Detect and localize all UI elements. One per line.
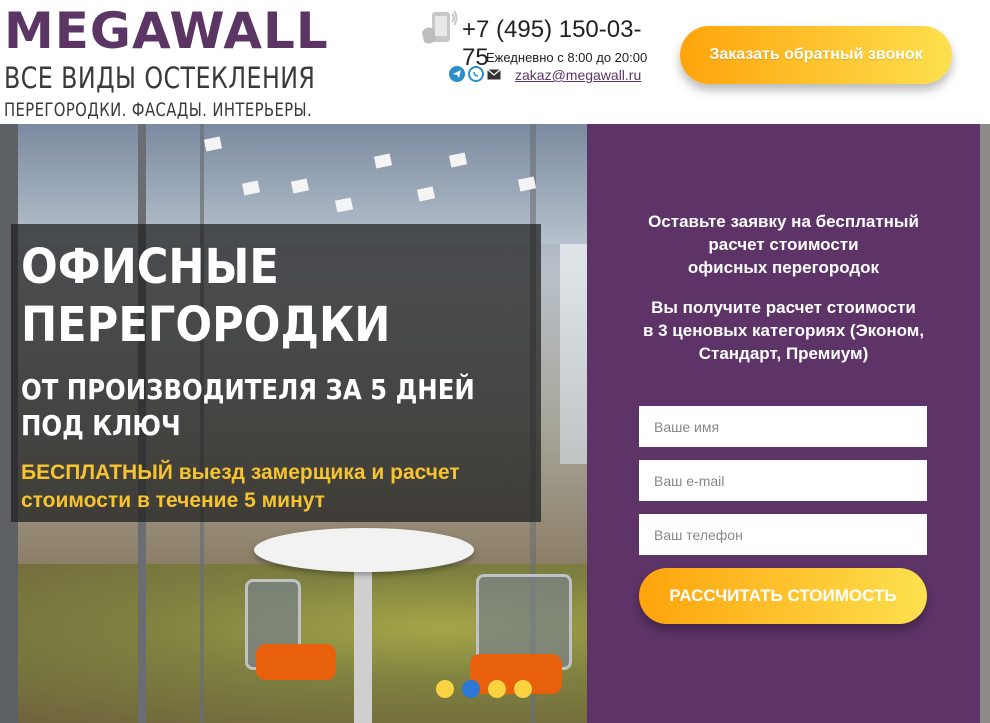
subtagline: ПЕРЕГОРОДКИ. ФАСАДЫ. ИНТЕРЬЕРЫ. <box>4 99 313 121</box>
tagline: ВСЕ ВИДЫ ОСТЕКЛЕНИЯ <box>4 61 316 95</box>
page-edge <box>980 124 990 723</box>
hero-subtitle: ОТ ПРОИЗВОДИТЕЛЯ ЗА 5 ДНЕЙ ПОД КЛЮЧ <box>21 373 475 442</box>
hero-section: ОФИСНЫЕ ПЕРЕГОРОДКИ ОТ ПРОИЗВОДИТЕЛЯ ЗА … <box>0 124 990 723</box>
whatsapp-icon[interactable] <box>468 66 484 82</box>
callback-button[interactable]: Заказать обратный звонок <box>680 26 952 84</box>
phone-icon <box>418 10 458 48</box>
hero-title: ОФИСНЫЕ ПЕРЕГОРОДКИ <box>21 239 391 353</box>
slider-dots <box>436 680 532 698</box>
request-form-panel: Оставьте заявку на бесплатный расчет сто… <box>587 124 980 723</box>
slider-dot-2[interactable] <box>462 680 480 698</box>
messenger-icons <box>449 66 501 82</box>
email-link[interactable]: zakaz@megawall.ru <box>515 67 641 83</box>
slider-dot-4[interactable] <box>514 680 532 698</box>
working-hours: Ежедневно с 8:00 до 20:00 <box>486 50 648 65</box>
slider-dot-1[interactable] <box>436 680 454 698</box>
name-field[interactable] <box>639 406 927 447</box>
mail-icon[interactable] <box>487 68 501 80</box>
logo[interactable]: MEGAWALL <box>4 2 329 60</box>
phone-field[interactable] <box>639 514 927 555</box>
form-benefits: Вы получите расчет стоимости в 3 ценовых… <box>642 298 925 363</box>
calculate-button[interactable]: РАССЧИТАТЬ СТОИМОСТЬ <box>639 568 927 624</box>
form-intro: Оставьте заявку на бесплатный расчет сто… <box>648 212 919 277</box>
offer-highlight: БЕСПЛАТНЫЙ <box>21 461 173 484</box>
site-header: MEGAWALL ВСЕ ВИДЫ ОСТЕКЛЕНИЯ ПЕРЕГОРОДКИ… <box>0 0 990 124</box>
email-field[interactable] <box>639 460 927 501</box>
slider-dot-3[interactable] <box>488 680 506 698</box>
hero-offer: БЕСПЛАТНЫЙ выезд замерщика и расчет стои… <box>21 461 460 512</box>
telegram-icon[interactable] <box>449 66 465 82</box>
contacts-block: +7 (495) 150-03-75 Ежедневно с 8:00 до 2… <box>418 10 668 90</box>
